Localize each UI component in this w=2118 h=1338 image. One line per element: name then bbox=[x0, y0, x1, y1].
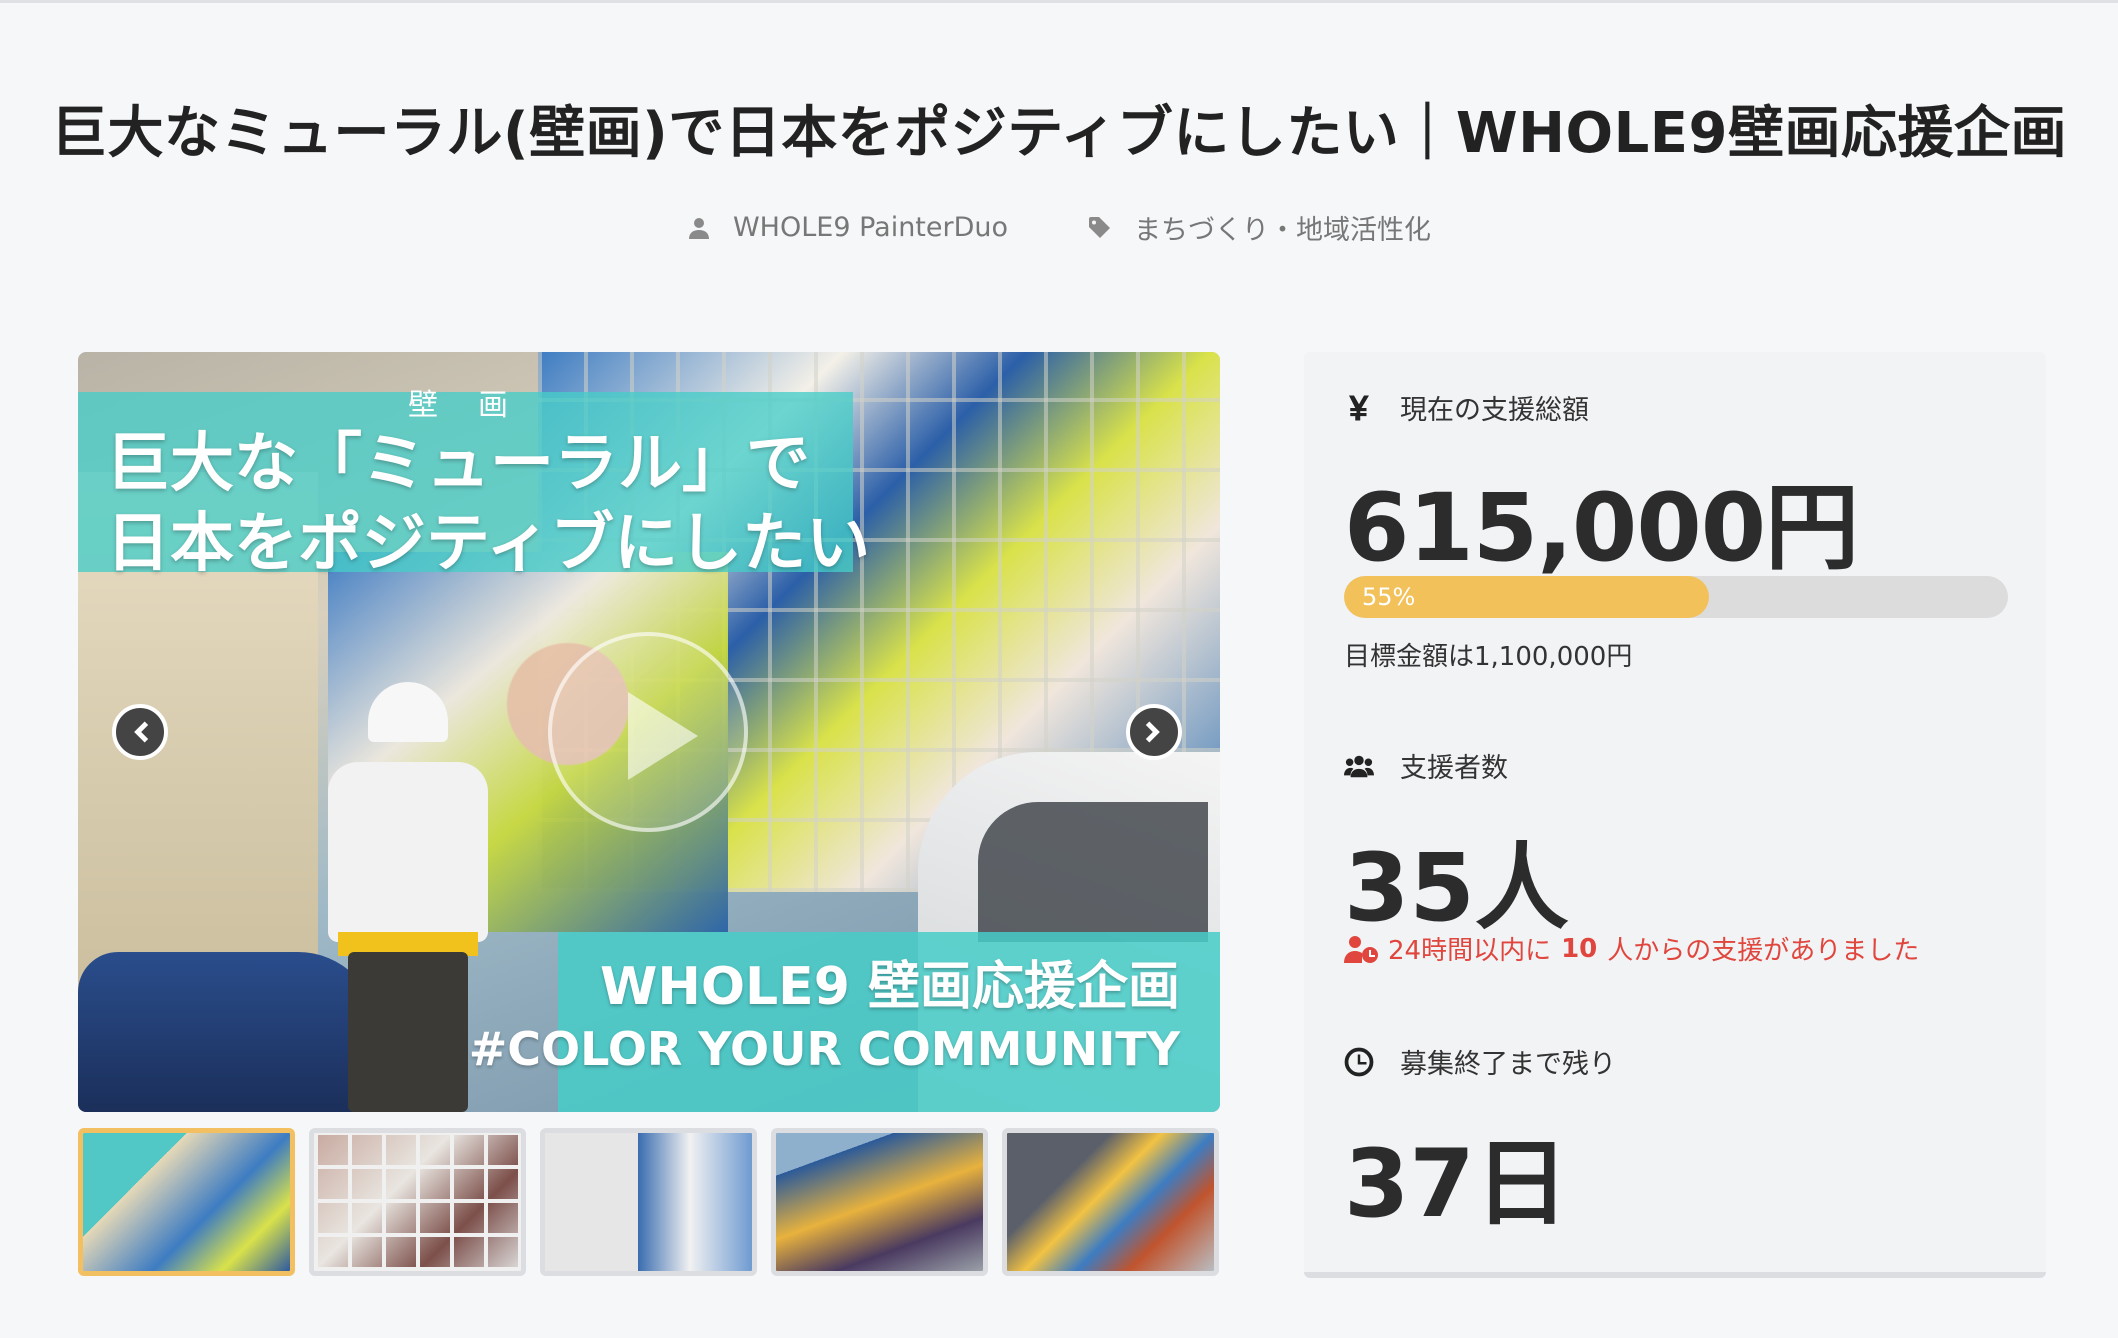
recent-prefix: 24時間以内に bbox=[1388, 936, 1552, 966]
user-icon bbox=[688, 217, 709, 239]
category-name: まちづくり・地域活性化 bbox=[1134, 215, 1432, 246]
category-link[interactable]: まちづくり・地域活性化 bbox=[1088, 208, 1431, 247]
recent-suffix: 人からの支援がありました bbox=[1607, 936, 1920, 966]
thumbnail-2[interactable] bbox=[309, 1128, 526, 1276]
chevron-left-icon bbox=[134, 721, 149, 743]
progress-fill: 55% bbox=[1344, 576, 1710, 618]
amount-value: 615,000円 bbox=[1344, 474, 1859, 583]
progress-label: 55% bbox=[1362, 583, 1416, 611]
users-icon bbox=[1344, 755, 1374, 777]
amount-label: 現在の支援総額 bbox=[1400, 395, 1589, 426]
author-link[interactable]: WHOLE9 PainterDuo bbox=[687, 208, 1008, 247]
backers-value: 35人 bbox=[1344, 834, 1569, 943]
overlay-subtitle: WHOLE9 壁画応援企画 bbox=[599, 957, 1180, 1017]
main-image[interactable]: 壁画 巨大な「ミューラル」で 日本をポジティブにしたい WHOLE9 壁画応援企… bbox=[78, 352, 1220, 1112]
thumbnail-strip bbox=[78, 1128, 1220, 1276]
overlay-line-1: 巨大な「ミューラル」で bbox=[106, 427, 810, 501]
goal-amount: 目標金額は1,100,000円 bbox=[1344, 642, 1633, 672]
prev-slide-button[interactable] bbox=[112, 704, 168, 760]
remaining-label: 募集終了まで残り bbox=[1400, 1049, 1616, 1080]
yen-icon bbox=[1349, 395, 1369, 420]
recent-count: 10 bbox=[1561, 933, 1598, 964]
tag-icon bbox=[1089, 216, 1111, 238]
overlay-hashtag: #COLOR YOUR COMMUNITY bbox=[468, 1022, 1180, 1076]
thumbnail-1[interactable] bbox=[78, 1128, 295, 1276]
project-meta: WHOLE9 PainterDuo まちづくり・地域活性化 bbox=[0, 208, 2118, 247]
image-car-window bbox=[978, 802, 1208, 942]
progress-bar: 55% bbox=[1344, 576, 2008, 618]
amount-label-row: 現在の支援総額 bbox=[1344, 388, 1589, 427]
backers-label-row: 支援者数 bbox=[1344, 746, 1508, 785]
thumbnail-5[interactable] bbox=[1002, 1128, 1219, 1276]
user-clock-icon bbox=[1344, 935, 1378, 963]
overlay-line-2: 日本をポジティブにしたい bbox=[106, 507, 871, 581]
remaining-value: 37日 bbox=[1344, 1130, 1569, 1239]
author-name: WHOLE9 PainterDuo bbox=[732, 212, 1009, 243]
backers-label: 支援者数 bbox=[1400, 753, 1508, 784]
page-title: 巨大なミューラル(壁画)で日本をポジティブにしたい｜WHOLE9壁画応援企画 bbox=[51, 101, 2067, 166]
clock-icon bbox=[1344, 1047, 1374, 1076]
stats-panel: 現在の支援総額 615,000円 55% 目標金額は1,100,000円 支援者… bbox=[1304, 352, 2046, 1278]
remaining-label-row: 募集終了まで残り bbox=[1344, 1042, 1616, 1081]
next-slide-button[interactable] bbox=[1126, 704, 1182, 760]
thumbnail-3[interactable] bbox=[540, 1128, 757, 1276]
thumbnail-4[interactable] bbox=[771, 1128, 988, 1276]
recent-backers-notice: 24時間以内に 10 人からの支援がありました bbox=[1344, 930, 1919, 967]
chevron-right-icon bbox=[1145, 721, 1160, 743]
play-button[interactable] bbox=[548, 632, 748, 832]
top-divider bbox=[0, 0, 2118, 3]
